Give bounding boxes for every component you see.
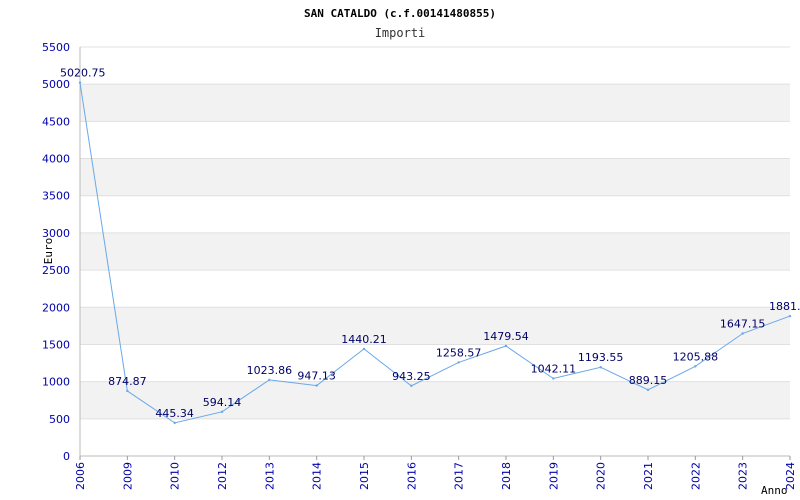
data-point <box>552 377 555 380</box>
x-tick-label: 2016 <box>405 462 418 490</box>
x-tick-label: 2018 <box>500 462 513 490</box>
data-point <box>694 365 697 368</box>
grid-band <box>80 232 790 271</box>
y-tick-label: 4500 <box>42 115 70 128</box>
data-label: 1440.21 <box>341 333 387 346</box>
x-tick-label: 2015 <box>358 462 371 490</box>
y-tick-label: 5000 <box>42 78 70 91</box>
x-tick-label: 2012 <box>216 462 229 490</box>
y-tick-label: 4000 <box>42 153 70 166</box>
grid-bands <box>80 84 790 419</box>
data-point <box>646 388 650 392</box>
grid-band <box>80 84 790 122</box>
x-tick-label: 2019 <box>547 462 560 490</box>
data-label: 1881.4 <box>769 300 800 313</box>
x-tick-label: 2017 <box>453 462 466 490</box>
y-tick-label: 3500 <box>42 190 70 203</box>
data-label: 1205.88 <box>673 350 719 363</box>
y-tick-label: 2500 <box>42 264 70 277</box>
x-tick-label: 2023 <box>737 462 750 490</box>
grid-band <box>80 307 790 345</box>
data-point <box>173 421 176 425</box>
x-tick-label: 2014 <box>311 462 324 490</box>
x-tick-label: 2006 <box>74 462 87 490</box>
x-tick-label: 2022 <box>689 462 702 490</box>
y-tick-label: 1500 <box>42 338 70 351</box>
x-tick-label: 2021 <box>642 462 655 490</box>
data-label: 1193.55 <box>578 351 624 364</box>
grid-band <box>80 158 790 196</box>
y-axis-label: Euro <box>42 238 55 265</box>
data-label: 594.14 <box>203 396 242 409</box>
data-point <box>220 410 224 414</box>
data-point <box>457 361 460 364</box>
data-point <box>362 347 366 351</box>
x-tick-label: 2020 <box>595 462 608 490</box>
y-tick-label: 500 <box>49 413 70 426</box>
data-label: 1258.57 <box>436 346 482 359</box>
chart-title: SAN CATALDO (c.f.00141480855) <box>304 7 496 20</box>
y-tick-label: 5500 <box>42 41 70 54</box>
data-label: 874.87 <box>108 375 147 388</box>
data-label: 1042.11 <box>531 363 577 376</box>
y-tick-label: 0 <box>63 450 70 463</box>
data-label: 5020.75 <box>60 67 106 80</box>
data-label: 943.25 <box>392 370 431 383</box>
x-tick-label: 2009 <box>121 462 134 490</box>
y-tick-label: 2000 <box>42 301 70 314</box>
line-chart: 0500100015002000250030003500400045005000… <box>42 7 800 497</box>
data-label: 1023.86 <box>247 364 293 377</box>
x-tick-label: 2013 <box>263 462 276 490</box>
data-label: 1647.15 <box>720 318 766 331</box>
y-tick-label: 1000 <box>42 376 70 389</box>
data-point <box>126 389 129 393</box>
data-point <box>504 344 508 348</box>
data-point <box>315 384 318 387</box>
x-tick-label: 2010 <box>169 462 182 490</box>
data-label: 445.34 <box>155 407 194 420</box>
data-point <box>268 378 271 382</box>
data-label: 1479.54 <box>483 330 529 343</box>
data-label: 947.13 <box>297 370 336 383</box>
data-point <box>788 314 792 318</box>
data-point <box>741 332 744 335</box>
x-axis-label: Anno <box>761 484 788 497</box>
x-tick-labels: 2006 2009 2010 2012 2013 2014 2015 2016 2017 2018… <box>74 462 797 490</box>
data-point <box>78 81 82 84</box>
chart-subtitle: Importi <box>375 26 426 40</box>
data-point <box>410 384 413 388</box>
data-point <box>599 366 602 369</box>
data-label: 889.15 <box>629 374 668 387</box>
